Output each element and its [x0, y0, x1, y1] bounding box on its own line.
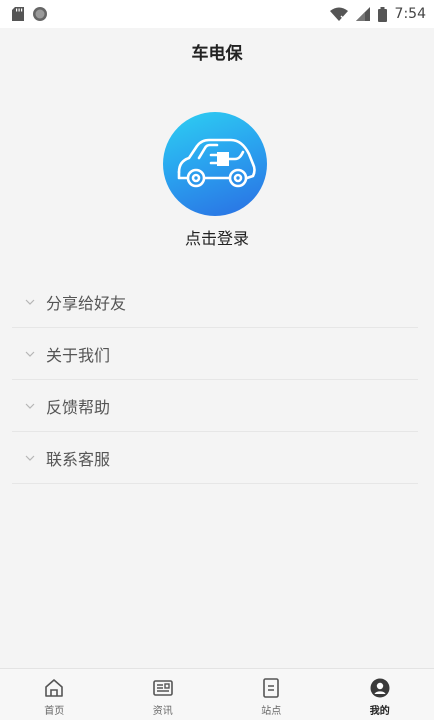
nav-label: 首页: [44, 706, 65, 717]
app-header: 车电保: [0, 28, 434, 74]
login-link[interactable]: 点击登录: [0, 225, 434, 249]
menu-item-label: 反馈帮助: [46, 397, 111, 417]
chevron-down-icon: [25, 403, 35, 409]
menu-item-share[interactable]: 分享给好友: [12, 276, 418, 328]
nav-item-profile[interactable]: 我的: [326, 669, 434, 717]
nav-item-station[interactable]: 站点: [217, 669, 325, 717]
status-left: [12, 6, 48, 22]
status-right: 7:54: [329, 6, 426, 22]
profile-icon: [370, 678, 390, 698]
bottom-nav: 首页 资讯 站点 我的: [0, 668, 434, 720]
menu-item-feedback[interactable]: 反馈帮助: [12, 380, 418, 432]
menu-item-about[interactable]: 关于我们: [12, 328, 418, 380]
status-bar: 7:54: [0, 0, 434, 28]
menu-item-label: 关于我们: [46, 345, 111, 365]
signal-icon: [355, 7, 370, 21]
app-screen: 7:54 车电保 点击登录 分享给好友 关于我们 反馈帮助 联系客服 首页 资讯…: [0, 0, 434, 720]
menu-item-support[interactable]: 联系客服: [12, 432, 418, 484]
nav-item-news[interactable]: 资讯: [109, 669, 217, 717]
settings-menu: 分享给好友 关于我们 反馈帮助 联系客服: [12, 276, 418, 484]
status-time: 7:54: [394, 6, 426, 22]
home-icon: [45, 679, 64, 697]
news-icon: [152, 680, 173, 696]
record-indicator-icon: [33, 7, 47, 21]
wifi-icon: [329, 7, 348, 21]
nav-label: 我的: [369, 706, 390, 717]
chevron-down-icon: [25, 351, 35, 357]
nav-item-home[interactable]: 首页: [0, 669, 108, 717]
menu-item-label: 联系客服: [46, 449, 111, 469]
nav-label: 资讯: [152, 706, 173, 717]
sd-card-icon: [12, 7, 24, 21]
chevron-down-icon: [25, 299, 35, 305]
menu-item-label: 分享给好友: [46, 293, 127, 313]
battery-icon: [377, 6, 387, 22]
avatar[interactable]: [163, 112, 267, 216]
electric-car-icon: [177, 138, 256, 188]
chevron-down-icon: [25, 455, 35, 461]
page-title: 车电保: [191, 43, 243, 64]
nav-label: 站点: [261, 706, 282, 717]
station-icon: [263, 678, 280, 698]
